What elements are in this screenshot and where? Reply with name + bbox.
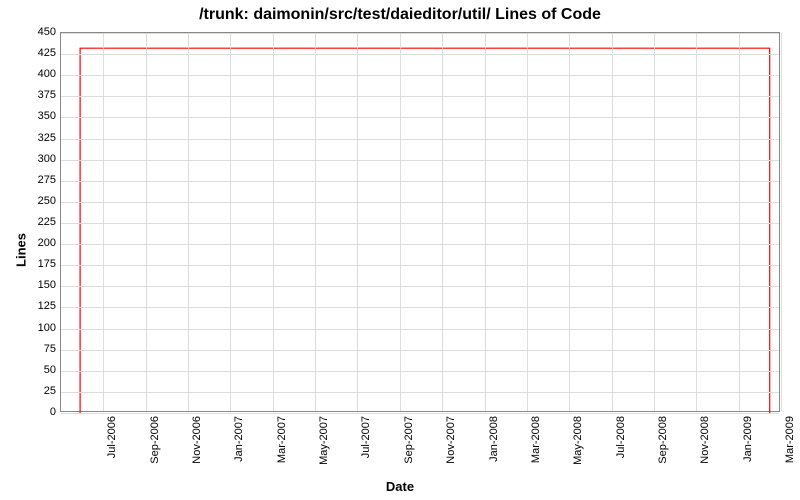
ytick-label: 100: [16, 322, 56, 334]
ytick-label: 375: [16, 89, 56, 101]
gridline-horizontal: [61, 413, 779, 414]
ytick-label: 25: [16, 385, 56, 397]
chart-title: /trunk: daimonin/src/test/daieditor/util…: [0, 6, 800, 24]
gridline-horizontal: [61, 307, 779, 308]
gridline-vertical: [315, 33, 316, 411]
gridline-horizontal: [61, 139, 779, 140]
x-axis-label: Date: [0, 479, 800, 494]
gridline-vertical: [781, 33, 782, 411]
gridline-vertical: [442, 33, 443, 411]
gridline-horizontal: [61, 33, 779, 34]
gridline-vertical: [527, 33, 528, 411]
gridline-horizontal: [61, 223, 779, 224]
ytick-label: 325: [16, 132, 56, 144]
ytick-label: 250: [16, 195, 56, 207]
ytick-label: 275: [16, 174, 56, 186]
gridline-vertical: [103, 33, 104, 411]
ytick-label: 150: [16, 279, 56, 291]
ytick-label: 450: [16, 26, 56, 38]
gridline-vertical: [739, 33, 740, 411]
gridline-horizontal: [61, 202, 779, 203]
ytick-label: 200: [16, 237, 56, 249]
xtick-label: Sep-2008: [657, 416, 669, 464]
gridline-vertical: [400, 33, 401, 411]
ytick-label: 400: [16, 68, 56, 80]
ytick-label: 225: [16, 216, 56, 228]
gridline-vertical: [188, 33, 189, 411]
gridline-vertical: [612, 33, 613, 411]
xtick-label: Jul-2007: [360, 416, 372, 458]
gridline-vertical: [230, 33, 231, 411]
gridline-vertical: [357, 33, 358, 411]
ytick-label: 125: [16, 300, 56, 312]
xtick-label: Mar-2007: [276, 416, 288, 463]
gridline-horizontal: [61, 392, 779, 393]
gridline-horizontal: [61, 160, 779, 161]
ytick-label: 425: [16, 47, 56, 59]
xtick-label: Jan-2009: [742, 416, 754, 462]
xtick-label: Jan-2007: [233, 416, 245, 462]
gridline-vertical: [654, 33, 655, 411]
xtick-label: Sep-2007: [403, 416, 415, 464]
gridline-horizontal: [61, 75, 779, 76]
gridline-vertical: [569, 33, 570, 411]
gridline-vertical: [273, 33, 274, 411]
ytick-label: 350: [16, 110, 56, 122]
gridline-horizontal: [61, 54, 779, 55]
gridline-vertical: [696, 33, 697, 411]
chart-container: /trunk: daimonin/src/test/daieditor/util…: [0, 0, 800, 500]
ytick-label: 50: [16, 364, 56, 376]
plot-area: [60, 32, 780, 412]
gridline-vertical: [485, 33, 486, 411]
ytick-label: 175: [16, 258, 56, 270]
xtick-label: May-2008: [572, 416, 584, 465]
xtick-label: May-2007: [318, 416, 330, 465]
ytick-label: 300: [16, 153, 56, 165]
gridline-vertical: [146, 33, 147, 411]
gridline-horizontal: [61, 329, 779, 330]
xtick-label: Mar-2009: [784, 416, 796, 463]
xtick-label: Nov-2007: [445, 416, 457, 464]
xtick-label: Jan-2008: [488, 416, 500, 462]
ytick-label: 0: [16, 406, 56, 418]
gridline-horizontal: [61, 265, 779, 266]
ytick-label: 75: [16, 343, 56, 355]
gridline-horizontal: [61, 96, 779, 97]
gridline-horizontal: [61, 371, 779, 372]
xtick-label: Jul-2006: [106, 416, 118, 458]
xtick-label: Sep-2006: [149, 416, 161, 464]
gridline-horizontal: [61, 244, 779, 245]
gridline-horizontal: [61, 350, 779, 351]
xtick-label: Nov-2008: [699, 416, 711, 464]
xtick-label: Mar-2008: [530, 416, 542, 463]
gridline-horizontal: [61, 286, 779, 287]
xtick-label: Jul-2008: [615, 416, 627, 458]
gridline-horizontal: [61, 181, 779, 182]
xtick-label: Nov-2006: [191, 416, 203, 464]
gridline-horizontal: [61, 117, 779, 118]
